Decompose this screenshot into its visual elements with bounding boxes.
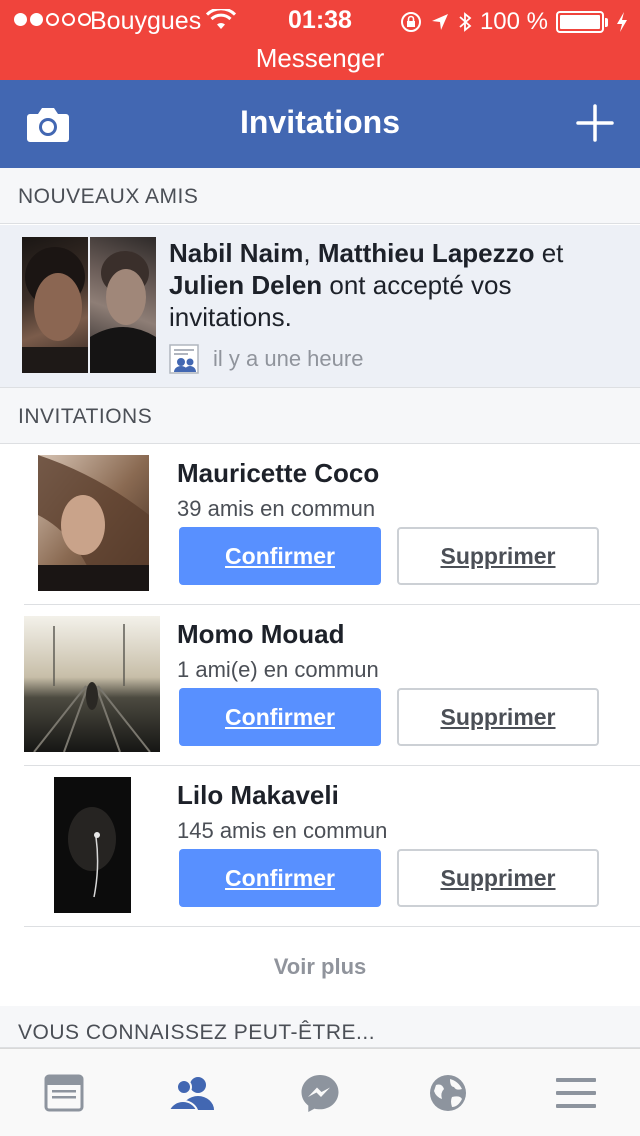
timestamp-row: il y a une heure xyxy=(169,344,363,374)
mutual-friends[interactable]: 39 amis en commun xyxy=(177,496,375,522)
new-friends-notification[interactable]: Nabil Naim, Matthieu Lapezzo et Julien D… xyxy=(0,225,640,388)
mutual-friends[interactable]: 145 amis en commun xyxy=(177,818,387,844)
bluetooth-icon xyxy=(459,12,472,32)
profile-photo[interactable] xyxy=(54,777,131,913)
globe-icon xyxy=(430,1074,466,1111)
tab-friends[interactable] xyxy=(128,1049,256,1136)
invitation-name[interactable]: Mauricette Coco xyxy=(177,458,379,489)
profile-photo[interactable] xyxy=(38,455,149,591)
status-row: Bouygues 01:38 100 % xyxy=(0,0,640,42)
confirm-button[interactable]: Confirmer xyxy=(179,688,381,746)
return-to-app-button[interactable]: Messenger xyxy=(0,43,640,74)
friend-name[interactable]: Julien Delen xyxy=(169,270,322,300)
see-more-button[interactable]: Voir plus xyxy=(0,926,640,1006)
section-title: INVITATIONS xyxy=(18,405,153,428)
friends-icon xyxy=(168,1076,214,1110)
friend-name[interactable]: Matthieu Lapezzo xyxy=(318,238,535,268)
invitation-card: Lilo Makaveli 145 amis en commun Confirm… xyxy=(0,766,640,927)
confirm-button[interactable]: Confirmer xyxy=(179,849,381,907)
invitation-card: Momo Mouad 1 ami(e) en commun Confirmer … xyxy=(0,605,640,766)
delete-button[interactable]: Supprimer xyxy=(397,527,599,585)
rotation-lock-icon xyxy=(400,12,421,32)
friend-name[interactable]: Nabil Naim xyxy=(169,238,303,268)
mutual-friends[interactable]: 1 ami(e) en commun xyxy=(177,657,379,683)
messenger-icon xyxy=(301,1074,339,1112)
navigation-bar: Invitations xyxy=(0,80,640,168)
confirm-button[interactable]: Confirmer xyxy=(179,527,381,585)
suggestions-header: VOUS CONNAISSEZ PEUT-ÊTRE... xyxy=(0,1006,640,1048)
new-friends-message: Nabil Naim, Matthieu Lapezzo et Julien D… xyxy=(169,238,564,332)
battery-percent: 100 % xyxy=(479,8,548,35)
friend-photo xyxy=(90,237,156,373)
status-bar: Bouygues 01:38 100 % Messenger xyxy=(0,0,640,80)
invitations-header: INVITATIONS xyxy=(0,388,640,444)
timestamp: il y a une heure xyxy=(213,346,364,371)
charging-icon xyxy=(617,12,627,32)
tab-news-feed[interactable] xyxy=(0,1049,128,1136)
news-feed-icon xyxy=(44,1074,84,1111)
tab-bar xyxy=(0,1048,640,1136)
section-title: VOUS CONNAISSEZ PEUT-ÊTRE... xyxy=(18,1021,376,1044)
status-icons: 100 % xyxy=(400,8,628,36)
invitation-name[interactable]: Lilo Makaveli xyxy=(177,780,339,811)
delete-button[interactable]: Supprimer xyxy=(397,688,599,746)
page-title: Invitations xyxy=(239,104,400,140)
invitation-name[interactable]: Momo Mouad xyxy=(177,619,345,650)
section-title: NOUVEAUX AMIS xyxy=(18,185,199,208)
tab-notifications[interactable] xyxy=(384,1049,512,1136)
battery-icon xyxy=(556,11,604,33)
tab-messenger[interactable] xyxy=(256,1049,384,1136)
friend-photo xyxy=(22,237,88,373)
friend-request-icon xyxy=(169,344,199,374)
menu-icon xyxy=(556,1077,596,1108)
new-friends-header: NOUVEAUX AMIS xyxy=(0,168,640,224)
delete-button[interactable]: Supprimer xyxy=(397,849,599,907)
profile-photo[interactable] xyxy=(24,616,160,753)
tab-menu[interactable] xyxy=(512,1049,640,1136)
location-icon xyxy=(431,14,448,30)
invitation-card: Mauricette Coco 39 amis en commun Confir… xyxy=(0,444,640,605)
plus-icon[interactable] xyxy=(576,104,614,142)
